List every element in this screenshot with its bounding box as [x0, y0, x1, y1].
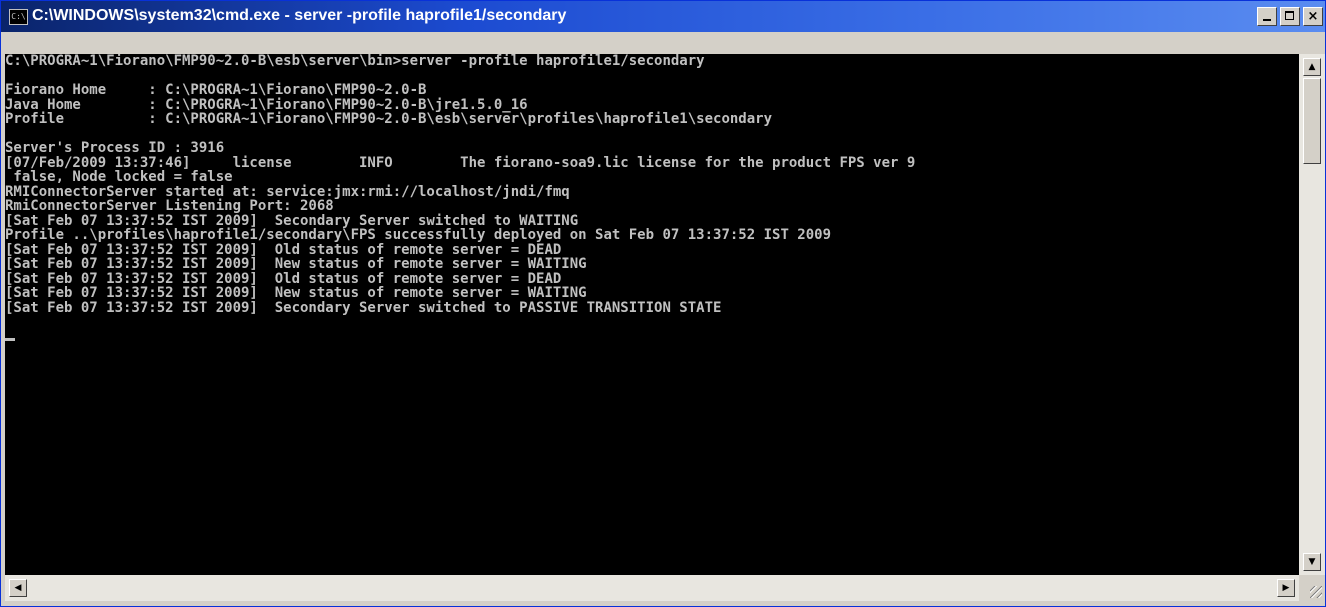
console-text: C:\PROGRA~1\Fiorano\FMP90~2.0-B\esb\serv…	[5, 54, 915, 344]
scroll-left-button[interactable]: ◀	[9, 579, 27, 597]
close-button[interactable]: ×	[1303, 7, 1323, 26]
console-frame-top	[1, 32, 1325, 54]
scroll-up-button[interactable]: ▲	[1303, 58, 1321, 76]
maximize-icon	[1285, 11, 1294, 20]
resize-corner[interactable]	[1299, 575, 1325, 601]
close-icon: ×	[1307, 9, 1319, 24]
text-cursor	[5, 337, 15, 341]
vertical-scrollbar[interactable]: ▲ ▼	[1299, 54, 1325, 575]
scroll-right-button[interactable]: ▶	[1277, 579, 1295, 597]
minimize-icon	[1263, 19, 1271, 21]
window-title: C:\WINDOWS\system32\cmd.exe - server -pr…	[32, 7, 567, 24]
resize-grip-icon[interactable]	[1310, 586, 1322, 598]
maximize-button[interactable]	[1280, 7, 1300, 26]
console-app-icon[interactable]: C:\	[9, 9, 28, 25]
console-line: [Sat Feb 07 13:37:52 IST 2009] Secondary…	[5, 299, 722, 316]
title-bar[interactable]: C:\ C:\WINDOWS\system32\cmd.exe - server…	[1, 1, 1325, 32]
console-output[interactable]: C:\PROGRA~1\Fiorano\FMP90~2.0-B\esb\serv…	[5, 54, 1299, 575]
vertical-scroll-thumb[interactable]	[1303, 78, 1321, 164]
console-frame-bottom	[1, 601, 1325, 606]
minimize-button[interactable]	[1257, 7, 1277, 26]
scroll-down-button[interactable]: ▼	[1303, 553, 1321, 571]
console-line: C:\PROGRA~1\Fiorano\FMP90~2.0-B\esb\serv…	[5, 54, 705, 69]
cmd-window: C:\ C:\WINDOWS\system32\cmd.exe - server…	[0, 0, 1326, 607]
console-line: Profile : C:\PROGRA~1\Fiorano\FMP90~2.0-…	[5, 111, 773, 127]
horizontal-scrollbar[interactable]: ◀ ▶	[5, 575, 1299, 601]
